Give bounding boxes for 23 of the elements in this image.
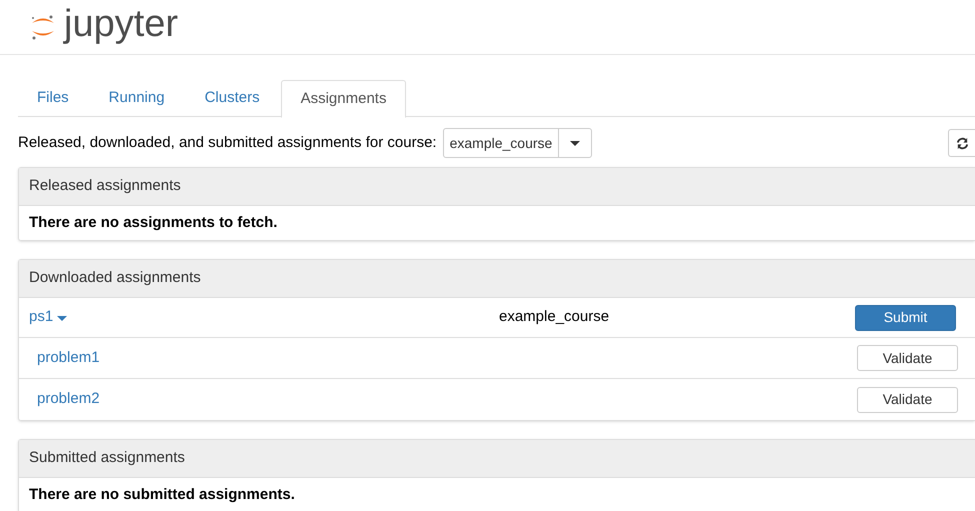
empty-message: There are no submitted assignments. bbox=[29, 484, 295, 505]
logo-text: jupyter bbox=[64, 5, 178, 47]
submit-button[interactable]: Submit bbox=[855, 304, 956, 330]
caret-icon bbox=[570, 140, 580, 146]
course-name: example_course bbox=[499, 307, 610, 328]
problem-link[interactable]: problem1 bbox=[37, 346, 100, 370]
tab[interactable]: Clusters bbox=[186, 80, 279, 117]
panel-title: Submitted assignments bbox=[29, 448, 185, 468]
refresh-icon bbox=[956, 136, 968, 150]
course-label: Released, downloaded, and submitted assignments for course: bbox=[18, 132, 437, 153]
tab[interactable]: Assignments bbox=[280, 80, 406, 118]
tab[interactable]: Files bbox=[18, 80, 88, 117]
validate-button[interactable]: Validate bbox=[857, 386, 958, 412]
course-dropdown[interactable]: example_course bbox=[442, 128, 592, 158]
validate-button[interactable]: Validate bbox=[857, 345, 958, 371]
logo-icon bbox=[30, 13, 56, 41]
problem-link[interactable]: problem2 bbox=[37, 388, 100, 411]
empty-message: There are no assignments to fetch. bbox=[29, 212, 278, 233]
assignment-link[interactable]: ps1 bbox=[29, 306, 499, 329]
panel-title: Released assignments bbox=[29, 176, 181, 196]
panel-title: Downloaded assignments bbox=[29, 268, 201, 288]
refresh-button[interactable] bbox=[948, 129, 975, 157]
tab[interactable]: Running bbox=[90, 80, 184, 117]
